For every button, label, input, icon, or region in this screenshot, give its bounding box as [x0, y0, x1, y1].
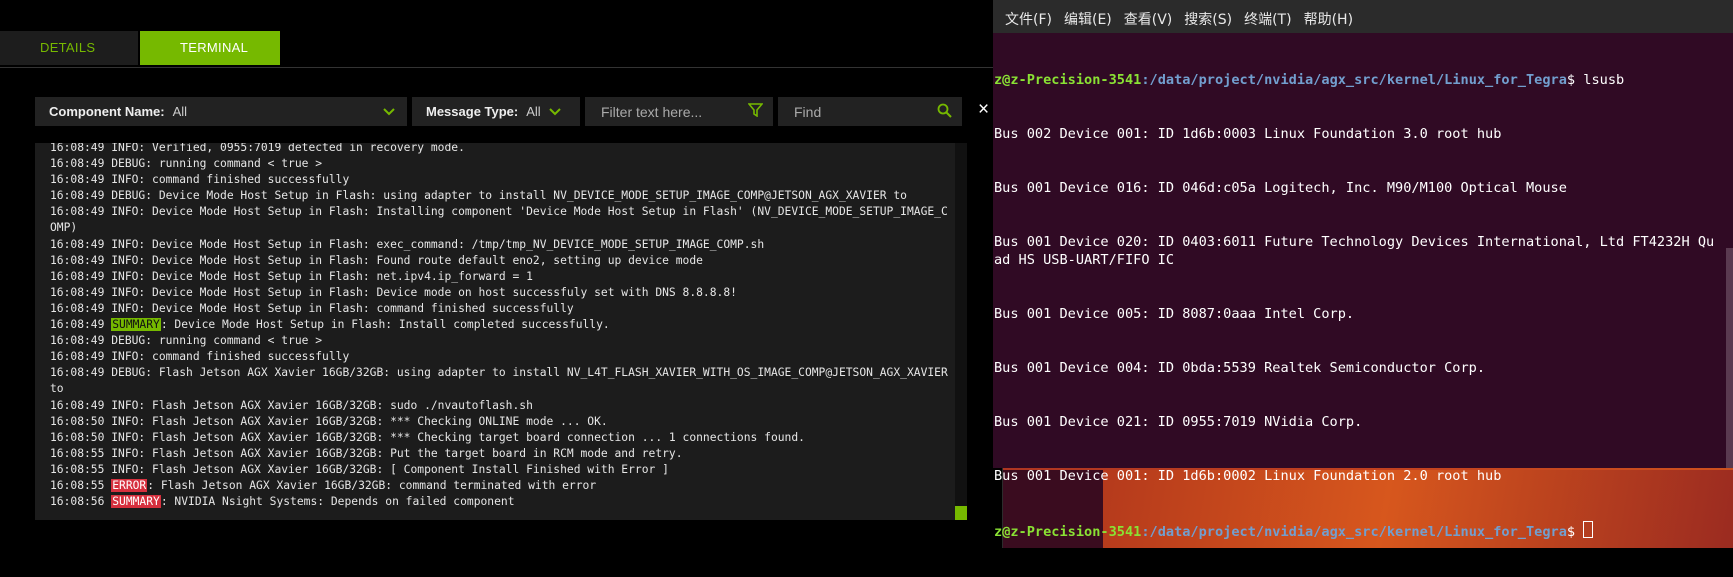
search-icon[interactable]: [937, 103, 952, 121]
prompt-path: :/data/project/nvidia/agx_src/kernel/Lin…: [1141, 72, 1567, 88]
log-line: 16:08:49 INFO: Device Mode Host Setup in…: [50, 237, 765, 251]
tab-divider: [0, 67, 1002, 68]
component-name-label: Component Name:: [49, 104, 165, 119]
text-cursor: [1583, 521, 1594, 538]
log-line: 16:08:50 INFO: Flash Jetson AGX Xavier 1…: [50, 430, 805, 444]
log-message: : NVIDIA Nsight Systems: Depends on fail…: [160, 495, 515, 509]
output-line: Bus 001 Device 005: ID 8087:0aaa Intel C…: [994, 306, 1355, 322]
log-line: 16:08:49 INFO: Device Mode Host Setup in…: [50, 253, 703, 267]
terminal-window: 文件(F) 编辑(E) 查看(V) 搜索(S) 终端(T) 帮助(H) z@z-…: [993, 0, 1733, 540]
log-line: 16:08:50 INFO: Flash Jetson AGX Xavier 1…: [50, 414, 608, 428]
menu-search[interactable]: 搜索(S): [1178, 9, 1238, 33]
error-badge: ERROR: [111, 478, 148, 492]
output-line: Bus 001 Device 004: ID 0bda:5539 Realtek…: [994, 360, 1486, 376]
log-time: 16:08:55: [50, 478, 112, 492]
menu-view[interactable]: 查看(V): [1118, 9, 1179, 33]
log-line: 16:08:49 DEBUG: Device Mode Host Setup i…: [50, 189, 907, 203]
log-line: 16:08:49 DEBUG: Flash Jetson AGX Xavier …: [50, 366, 955, 396]
prompt-user: z@z-Precision-3541: [994, 72, 1142, 88]
log-line: 16:08:55 INFO: Flash Jetson AGX Xavier 1…: [50, 462, 669, 476]
log-line: 16:08:49 DEBUG: running command < true >: [50, 157, 323, 171]
filter-text-input[interactable]: [599, 102, 748, 121]
terminal-menubar: 文件(F) 编辑(E) 查看(V) 搜索(S) 终端(T) 帮助(H): [993, 0, 1733, 33]
message-type-label: Message Type:: [426, 104, 519, 119]
log-line: 16:08:49 INFO: command finished successf…: [50, 350, 350, 364]
log-time: 16:08:49: [50, 318, 112, 332]
component-name-value: All: [172, 104, 188, 119]
prompt-path: :/data/project/nvidia/agx_src/kernel/Lin…: [1141, 524, 1567, 540]
log-time: 16:08:56: [50, 495, 112, 509]
output-line: Bus 001 Device 016: ID 046d:c05a Logitec…: [994, 180, 1567, 196]
prompt-sign: $: [1566, 72, 1584, 88]
chevron-down-icon: [383, 105, 395, 119]
summary-badge: SUMMARY: [111, 318, 161, 332]
terminal-body[interactable]: z@z-Precision-3541:/data/project/nvidia/…: [993, 35, 1719, 577]
component-name-dropdown[interactable]: Component Name: All: [35, 97, 407, 126]
prompt-line: z@z-Precision-3541:/data/project/nvidia/…: [994, 71, 1719, 89]
sdk-manager-window: DETAILS TERMINAL Component Name: All Mes…: [0, 0, 1002, 548]
prompt-sign: $: [1566, 524, 1584, 540]
log-line: 16:08:49 INFO: Device Mode Host Setup in…: [50, 269, 533, 283]
menu-help[interactable]: 帮助(H): [1298, 9, 1359, 33]
menu-terminal[interactable]: 终端(T): [1238, 9, 1297, 33]
message-type-dropdown[interactable]: Message Type: All: [412, 97, 580, 126]
message-type-value: All: [526, 104, 541, 119]
chevron-down-icon: [548, 105, 561, 119]
filter-text-field[interactable]: [585, 97, 773, 126]
output-line: Bus 001 Device 020: ID 0403:6011 Future …: [994, 234, 1715, 268]
command-text: lsusb: [1583, 72, 1625, 88]
log-line: 16:08:49 INFO: Flash Jetson AGX Xavier 1…: [50, 398, 533, 412]
log-message: : Flash Jetson AGX Xavier 16GB/32GB: com…: [147, 478, 597, 492]
menu-edit[interactable]: 编辑(E): [1058, 9, 1118, 33]
log-line: 16:08:49 INFO: Device Mode Host Setup in…: [50, 301, 574, 315]
close-icon[interactable]: ×: [978, 98, 989, 122]
prompt-line: z@z-Precision-3541:/data/project/nvidia/…: [994, 521, 1719, 541]
log-line: 16:08:55 ERROR: Flash Jetson AGX Xavier …: [50, 478, 950, 494]
log-line: 16:08:56 SUMMARY: NVIDIA Nsight Systems:…: [50, 494, 950, 510]
tab-bar: DETAILS TERMINAL: [0, 31, 280, 65]
terminal-scrollbar[interactable]: [1726, 248, 1733, 468]
output-line: Bus 001 Device 021: ID 0955:7019 NVidia …: [994, 414, 1363, 430]
summary-badge: SUMMARY: [111, 495, 161, 509]
filter-icon[interactable]: [747, 103, 764, 120]
terminal-log-panel: 16:08:49 INFO: Verified, 0955:7019 detec…: [35, 143, 967, 520]
find-input[interactable]: [792, 102, 937, 121]
log-line: 16:08:49 INFO: Device Mode Host Setup in…: [50, 205, 948, 235]
filter-bar: Component Name: All Message Type: All: [35, 97, 967, 126]
log-scrollbar[interactable]: [955, 143, 967, 520]
tab-terminal[interactable]: TERMINAL: [140, 31, 280, 65]
log-line: 16:08:49 INFO: Verified, 0955:7019 detec…: [50, 143, 465, 154]
prompt-user: z@z-Precision-3541: [994, 524, 1142, 540]
log-line: 16:08:49 SUMMARY: Device Mode Host Setup…: [50, 317, 950, 333]
output-line: Bus 002 Device 001: ID 1d6b:0003 Linux F…: [994, 126, 1502, 142]
log-line: 16:08:49 INFO: command finished successf…: [50, 173, 350, 187]
log-line: 16:08:49 DEBUG: running command < true >: [50, 334, 323, 348]
output-line: Bus 001 Device 001: ID 1d6b:0002 Linux F…: [994, 468, 1502, 484]
log-scrollbar-thumb[interactable]: [955, 506, 967, 520]
log-line: 16:08:49 INFO: Device Mode Host Setup in…: [50, 285, 737, 299]
log-content: 16:08:49 INFO: Verified, 0955:7019 detec…: [50, 143, 950, 510]
tab-details[interactable]: DETAILS: [0, 31, 138, 65]
menu-file[interactable]: 文件(F): [999, 9, 1058, 33]
log-line: 16:08:55 INFO: Flash Jetson AGX Xavier 1…: [50, 446, 683, 460]
log-message: : Device Mode Host Setup in Flash: Insta…: [160, 318, 610, 332]
find-field[interactable]: [778, 97, 962, 126]
